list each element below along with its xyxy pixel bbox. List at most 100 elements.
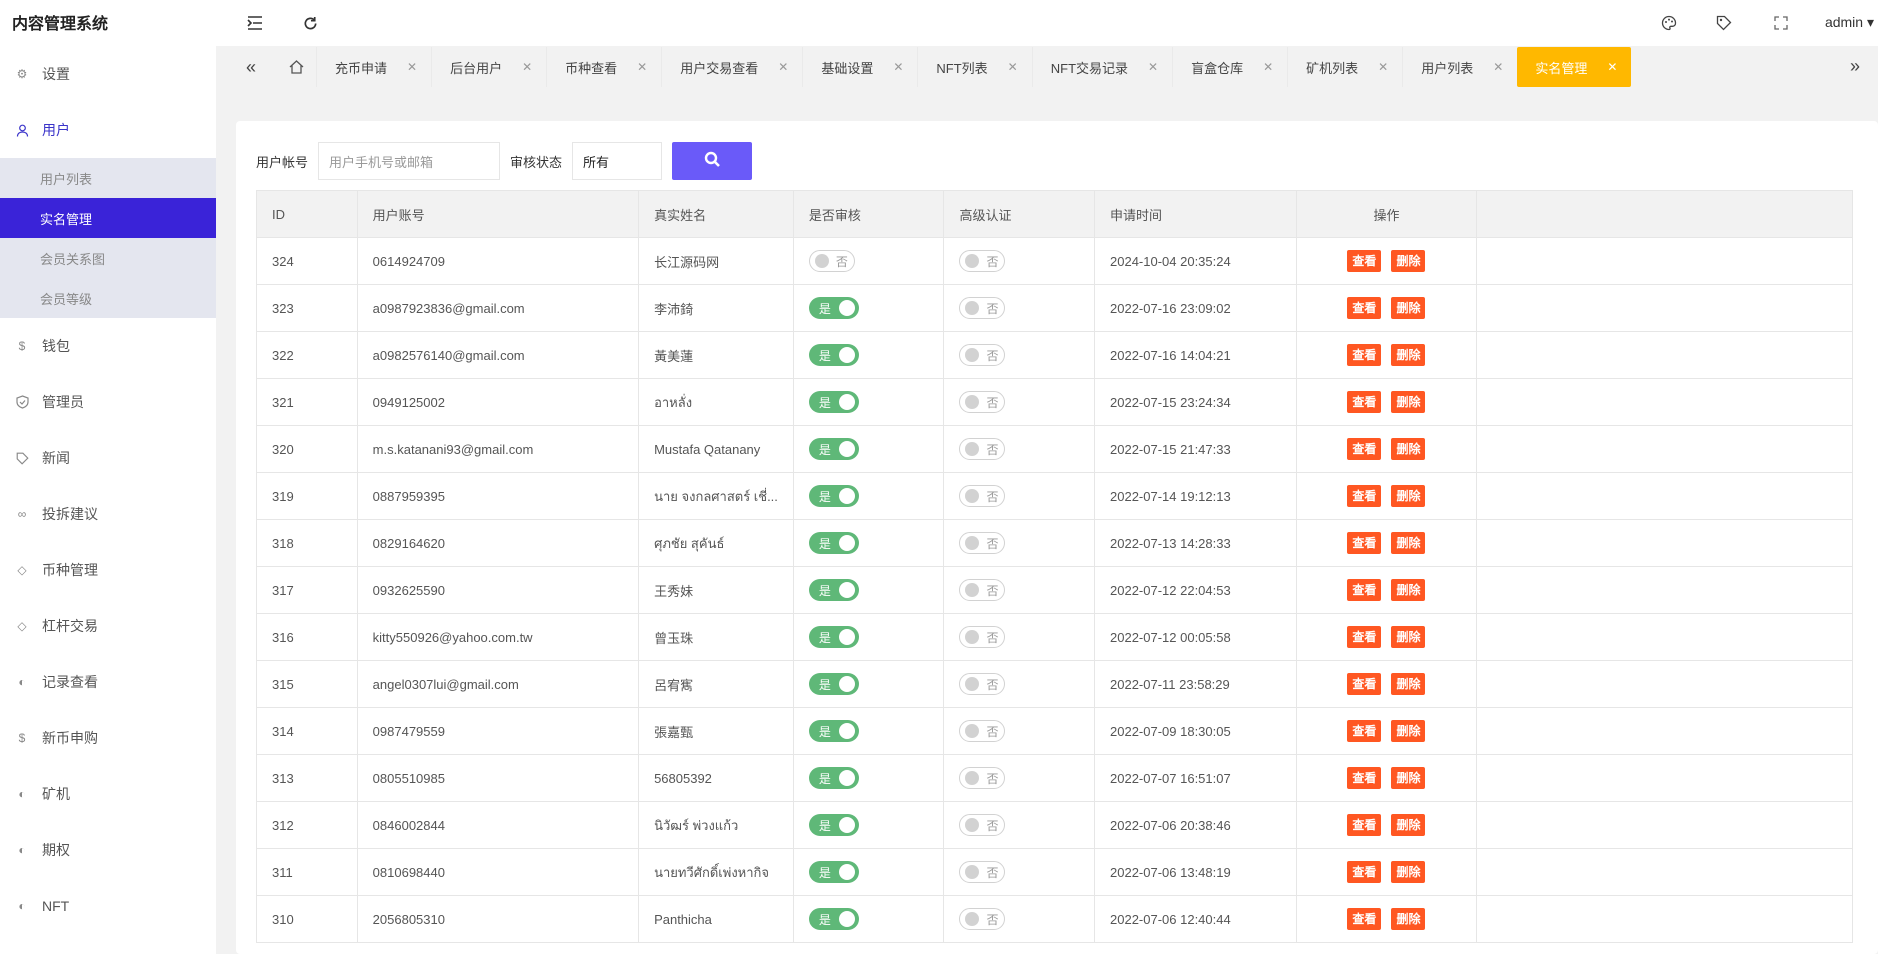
close-icon[interactable]: ✕ [1148, 60, 1158, 74]
close-icon[interactable]: ✕ [522, 60, 532, 74]
audit-toggle[interactable]: 是 [808, 344, 859, 366]
view-button[interactable]: 查看 [1347, 485, 1382, 507]
close-icon[interactable]: ✕ [1378, 60, 1388, 74]
audit-toggle[interactable]: 是 [808, 626, 859, 648]
advanced-auth-toggle[interactable]: 否 [959, 767, 1006, 789]
audit-toggle[interactable]: 是 [808, 391, 859, 413]
refresh-icon[interactable] [299, 12, 321, 34]
tab-nft-list[interactable]: NFT列表 ✕ [917, 47, 1031, 87]
close-icon[interactable]: ✕ [893, 60, 903, 74]
delete-button[interactable]: 删除 [1391, 485, 1426, 507]
sidebar-item-options[interactable]: ◐ 期权 [0, 822, 216, 878]
delete-button[interactable]: 删除 [1391, 532, 1426, 554]
delete-button[interactable]: 删除 [1391, 438, 1426, 460]
audit-toggle[interactable]: 是 [808, 720, 859, 742]
view-button[interactable]: 查看 [1347, 297, 1382, 319]
view-button[interactable]: 查看 [1347, 673, 1382, 695]
search-button[interactable] [672, 142, 753, 180]
sidebar-item-wallet[interactable]: $ 钱包 [0, 318, 216, 374]
close-icon[interactable]: ✕ [407, 60, 417, 74]
close-icon[interactable]: ✕ [778, 60, 788, 74]
sidebar-item-currency[interactable]: ◇ 币种管理 [0, 542, 216, 598]
view-button[interactable]: 查看 [1347, 626, 1382, 648]
tab-nft-trades[interactable]: NFT交易记录 ✕ [1031, 47, 1172, 87]
view-button[interactable]: 查看 [1347, 814, 1382, 836]
sidebar-subitem-member-level[interactable]: 会员等级 [0, 278, 216, 318]
tabs-scroll-right-icon[interactable]: » [1850, 56, 1860, 77]
view-button[interactable]: 查看 [1347, 532, 1382, 554]
account-search-input[interactable]: 用户手机号或邮箱 [318, 142, 501, 180]
delete-button[interactable]: 删除 [1391, 391, 1426, 413]
view-button[interactable]: 查看 [1347, 908, 1382, 930]
close-icon[interactable]: ✕ [1607, 60, 1617, 74]
user-menu[interactable]: admin ▾ [1825, 14, 1874, 31]
sidebar-item-news[interactable]: 新闻 [0, 430, 216, 486]
sidebar-item-users[interactable]: 用户 [0, 102, 216, 158]
delete-button[interactable]: 删除 [1391, 344, 1426, 366]
sidebar-subitem-user-list[interactable]: 用户列表 [0, 158, 216, 198]
advanced-auth-toggle[interactable]: 否 [959, 814, 1006, 836]
tab-basic-settings[interactable]: 基础设置 ✕ [802, 47, 917, 87]
tab-currency-view[interactable]: 币种查看 ✕ [546, 47, 661, 87]
view-button[interactable]: 查看 [1347, 438, 1382, 460]
audit-toggle[interactable]: 是 [808, 297, 859, 319]
home-icon[interactable] [276, 47, 316, 87]
sidebar-subitem-realname[interactable]: 实名管理 [0, 198, 216, 238]
advanced-auth-toggle[interactable]: 否 [959, 250, 1006, 272]
delete-button[interactable]: 删除 [1391, 720, 1426, 742]
audit-toggle[interactable]: 是 [808, 861, 859, 883]
sidebar-item-new-coin[interactable]: $ 新币申购 [0, 710, 216, 766]
delete-button[interactable]: 删除 [1391, 250, 1426, 272]
delete-button[interactable]: 删除 [1391, 297, 1426, 319]
sidebar-item-admin[interactable]: 管理员 [0, 374, 216, 430]
advanced-auth-toggle[interactable]: 否 [959, 579, 1006, 601]
audit-toggle[interactable]: 是 [808, 814, 859, 836]
theme-palette-icon[interactable] [1658, 12, 1680, 34]
close-icon[interactable]: ✕ [637, 60, 647, 74]
delete-button[interactable]: 删除 [1391, 861, 1426, 883]
audit-toggle[interactable]: 是 [808, 438, 859, 460]
advanced-auth-toggle[interactable]: 否 [959, 344, 1006, 366]
menu-collapse-icon[interactable] [244, 12, 266, 34]
tab-miner-list[interactable]: 矿机列表 ✕ [1287, 47, 1402, 87]
delete-button[interactable]: 删除 [1391, 673, 1426, 695]
delete-button[interactable]: 删除 [1391, 814, 1426, 836]
tab-blind-box[interactable]: 盲盒仓库 ✕ [1172, 47, 1287, 87]
advanced-auth-toggle[interactable]: 否 [959, 673, 1006, 695]
delete-button[interactable]: 删除 [1391, 626, 1426, 648]
view-button[interactable]: 查看 [1347, 250, 1382, 272]
sidebar-item-settings[interactable]: ⚙ 设置 [0, 46, 216, 102]
fullscreen-icon[interactable] [1770, 12, 1792, 34]
tab-realname-management[interactable]: 实名管理 ✕ [1517, 47, 1632, 87]
advanced-auth-toggle[interactable]: 否 [959, 532, 1006, 554]
advanced-auth-toggle[interactable]: 否 [959, 626, 1006, 648]
delete-button[interactable]: 删除 [1391, 908, 1426, 930]
tab-deposit-request[interactable]: 充币申请 ✕ [316, 47, 431, 87]
close-icon[interactable]: ✕ [1008, 60, 1018, 74]
audit-toggle[interactable]: 是 [808, 767, 859, 789]
delete-button[interactable]: 删除 [1391, 579, 1426, 601]
audit-toggle[interactable]: 是 [808, 485, 859, 507]
tag-icon[interactable] [1713, 12, 1735, 34]
audit-toggle[interactable]: 是 [808, 579, 859, 601]
view-button[interactable]: 查看 [1347, 861, 1382, 883]
tab-backend-users[interactable]: 后台用户 ✕ [431, 47, 546, 87]
view-button[interactable]: 查看 [1347, 720, 1382, 742]
sidebar-item-miner[interactable]: ◐ 矿机 [0, 766, 216, 822]
advanced-auth-toggle[interactable]: 否 [959, 438, 1006, 460]
advanced-auth-toggle[interactable]: 否 [959, 720, 1006, 742]
delete-button[interactable]: 删除 [1391, 767, 1426, 789]
tab-user-list[interactable]: 用户列表 ✕ [1402, 47, 1517, 87]
view-button[interactable]: 查看 [1347, 344, 1382, 366]
sidebar-item-nft[interactable]: ◐ NFT [0, 878, 216, 934]
sidebar-subitem-member-graph[interactable]: 会员关系图 [0, 238, 216, 278]
tab-user-trades[interactable]: 用户交易查看 ✕ [661, 47, 802, 87]
sidebar-item-records[interactable]: ◐ 记录查看 [0, 654, 216, 710]
advanced-auth-toggle[interactable]: 否 [959, 297, 1006, 319]
advanced-auth-toggle[interactable]: 否 [959, 861, 1006, 883]
view-button[interactable]: 查看 [1347, 767, 1382, 789]
view-button[interactable]: 查看 [1347, 579, 1382, 601]
sidebar-item-leverage[interactable]: ◇ 杠杆交易 [0, 598, 216, 654]
status-select[interactable]: 所有 [572, 142, 663, 180]
tabs-scroll-left-icon[interactable]: « [236, 47, 266, 87]
